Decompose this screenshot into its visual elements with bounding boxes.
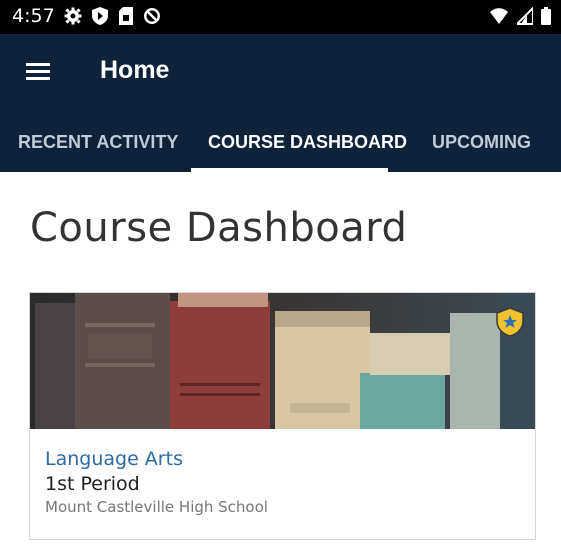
tab-recent-activity[interactable]: RECENT ACTIVITY bbox=[18, 128, 178, 172]
app-title: Home bbox=[100, 56, 170, 84]
status-icons-right bbox=[486, 5, 551, 25]
status-icons-left bbox=[64, 7, 167, 25]
app-bar: Home RECENT ACTIVITY COURSE DASHBOARD UP… bbox=[0, 34, 561, 172]
course-period: 1st Period bbox=[45, 473, 140, 495]
status-time: 4:57 bbox=[12, 5, 55, 27]
cell-signal-icon bbox=[514, 5, 534, 25]
tab-bar: RECENT ACTIVITY COURSE DASHBOARD UPCOMIN… bbox=[0, 128, 561, 172]
tab-course-dashboard[interactable]: COURSE DASHBOARD bbox=[208, 128, 407, 172]
course-cover-image bbox=[30, 293, 535, 429]
page-title: Course Dashboard bbox=[30, 205, 408, 251]
status-bar: 4:57 bbox=[0, 0, 561, 34]
gear-icon bbox=[64, 7, 82, 25]
course-name-link[interactable]: Language Arts bbox=[45, 448, 183, 470]
tab-upcoming[interactable]: UPCOMING bbox=[432, 128, 531, 172]
active-tab-indicator bbox=[191, 168, 388, 172]
sim-card-icon bbox=[118, 7, 133, 25]
wifi-icon bbox=[490, 8, 509, 24]
no-disturb-icon bbox=[144, 8, 161, 24]
hamburger-menu-icon[interactable] bbox=[22, 58, 56, 88]
shield-play-icon bbox=[92, 7, 109, 25]
shield-star-icon[interactable] bbox=[496, 307, 524, 337]
battery-icon bbox=[541, 7, 551, 25]
course-card[interactable]: Language Arts 1st Period Mount Castlevil… bbox=[29, 292, 536, 540]
course-school: Mount Castleville High School bbox=[45, 498, 268, 516]
